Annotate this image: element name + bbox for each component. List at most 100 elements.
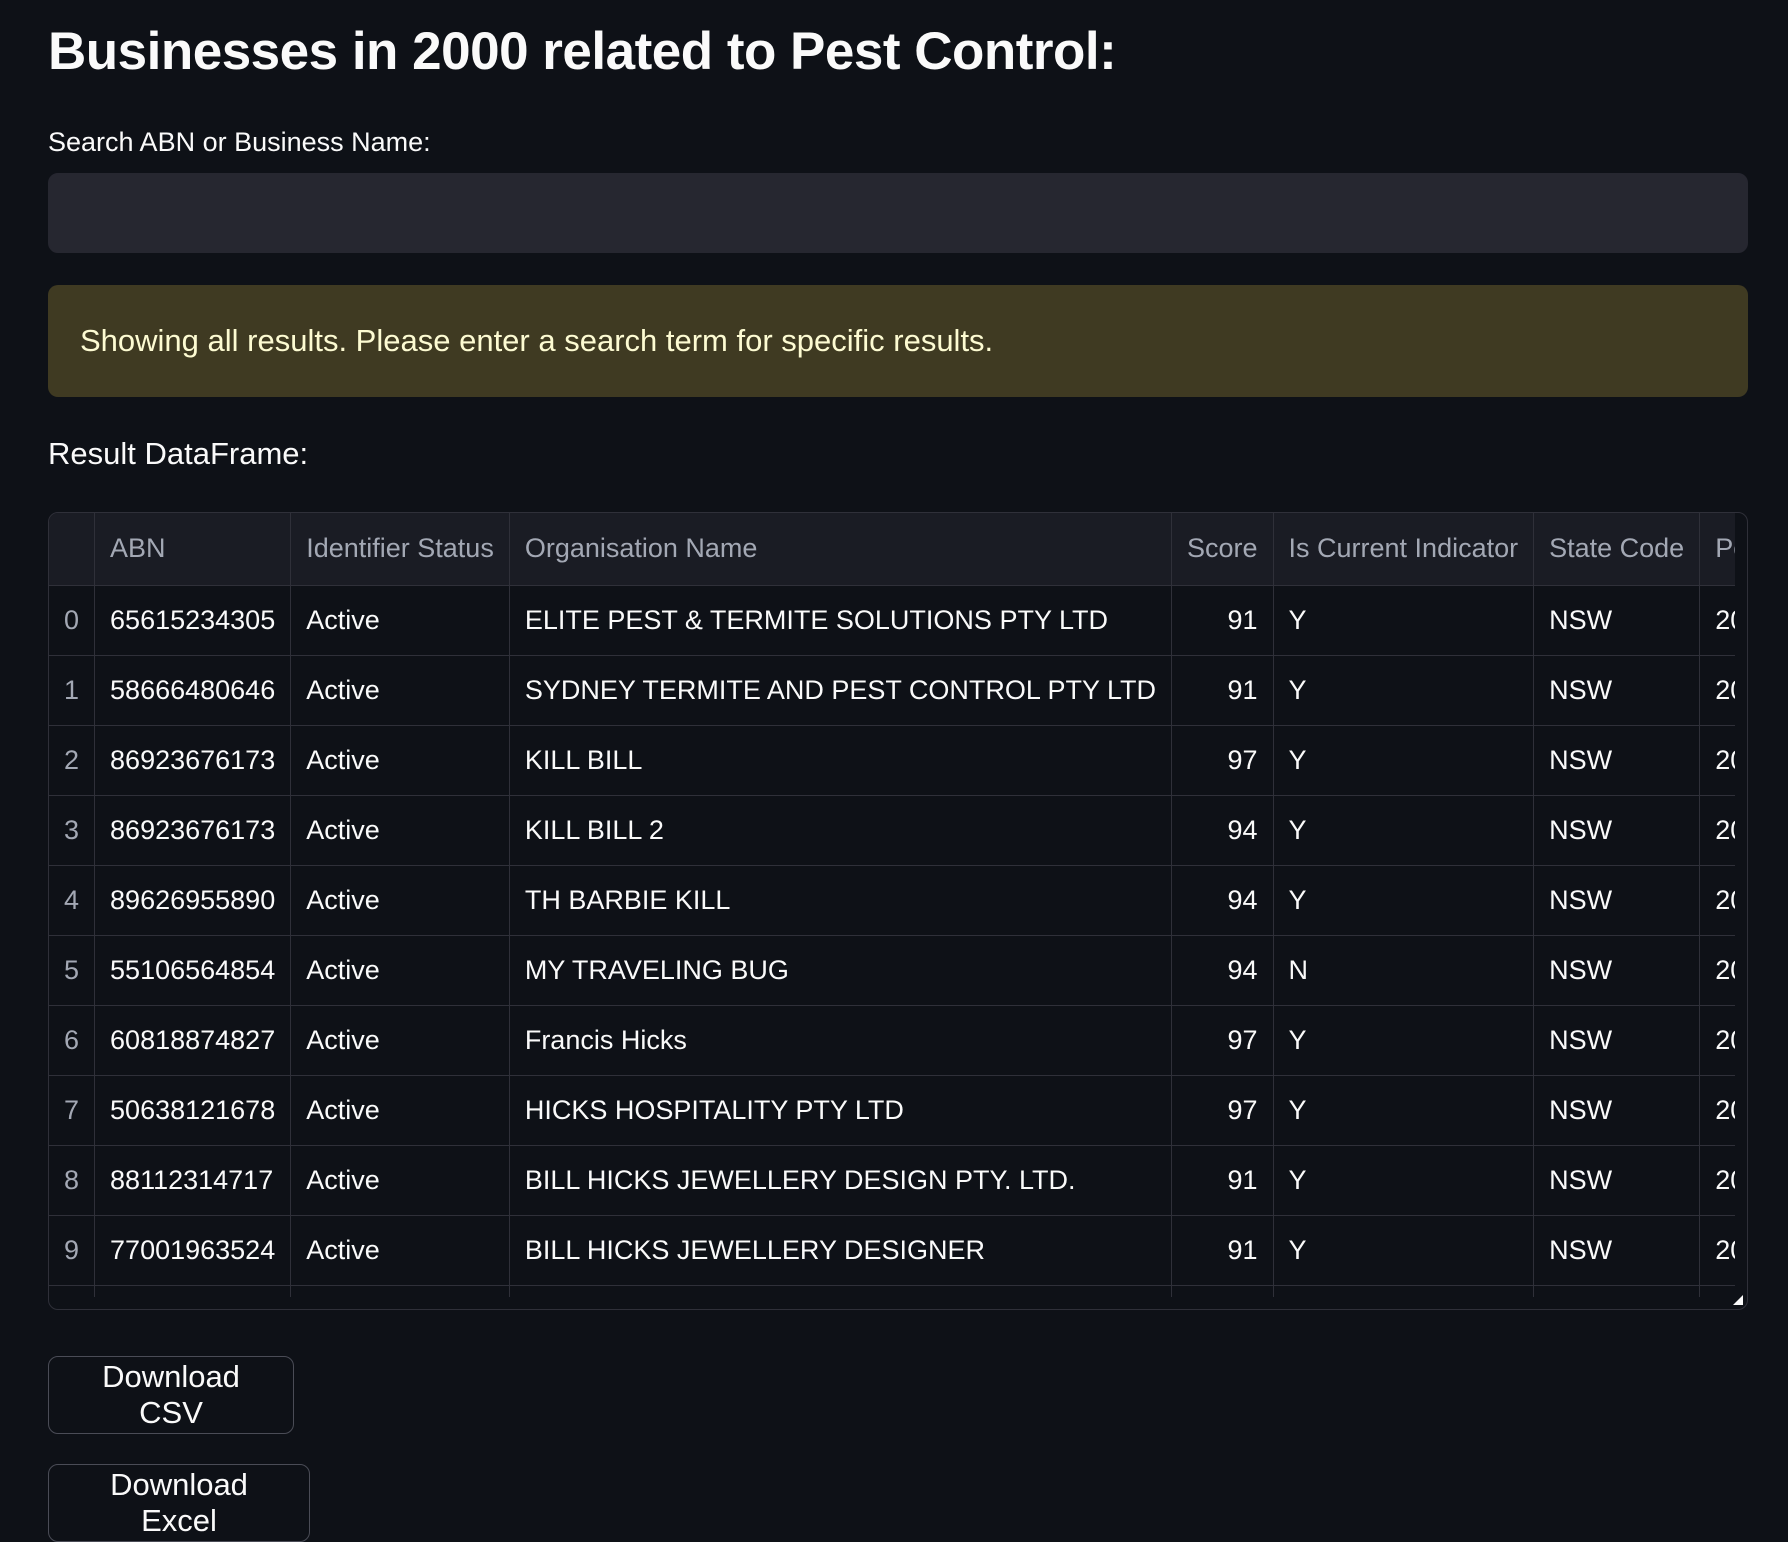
cell-abn[interactable]: 58666480646 bbox=[94, 655, 292, 726]
cell-organisation-name[interactable]: KILL BILL bbox=[509, 725, 1172, 796]
cell-state-code[interactable]: NSW bbox=[1533, 725, 1701, 796]
dataframe-viewport[interactable]: ABN Identifier Status Organisation Name … bbox=[49, 513, 1735, 1297]
cell-score[interactable]: 94 bbox=[1171, 935, 1274, 1006]
cell-organisation-name[interactable]: BILL HICKS JEWELLERY DESIGNER bbox=[509, 1215, 1172, 1286]
cell-abn[interactable] bbox=[94, 1285, 292, 1297]
column-header-state-code[interactable]: State Code bbox=[1533, 513, 1701, 586]
column-header-identifier-status[interactable]: Identifier Status bbox=[290, 513, 510, 586]
cell-state-code[interactable]: NSW bbox=[1533, 1145, 1701, 1216]
download-excel-button[interactable]: Download Excel bbox=[48, 1464, 310, 1542]
cell-is-current-indicator[interactable]: Y bbox=[1273, 725, 1535, 796]
cell-abn[interactable]: 60818874827 bbox=[94, 1005, 292, 1076]
cell-is-current-indicator[interactable]: Y bbox=[1273, 1145, 1535, 1216]
cell-score[interactable]: 91 bbox=[1171, 1215, 1274, 1286]
cell-score[interactable]: 91 bbox=[1171, 655, 1274, 726]
cell-abn[interactable]: 65615234305 bbox=[94, 585, 292, 656]
cell-postcode[interactable]: 2000 bbox=[1699, 725, 1735, 796]
column-header-abn[interactable]: ABN bbox=[94, 513, 292, 586]
cell-state-code[interactable]: NSW bbox=[1533, 585, 1701, 656]
cell-organisation-name[interactable]: ELITE PEST & TERMITE SOLUTIONS PTY LTD bbox=[509, 585, 1172, 656]
row-index[interactable]: 3 bbox=[49, 795, 96, 866]
cell-abn[interactable]: 88112314717 bbox=[94, 1145, 292, 1216]
column-header-index[interactable] bbox=[49, 513, 96, 586]
cell-state-code[interactable]: NSW bbox=[1533, 935, 1701, 1006]
column-header-score[interactable]: Score bbox=[1171, 513, 1274, 586]
row-index[interactable]: 4 bbox=[49, 865, 96, 936]
row-index[interactable]: 9 bbox=[49, 1215, 96, 1286]
cell-organisation-name[interactable]: MY TRAVELING BUG bbox=[509, 935, 1172, 1006]
cell-is-current-indicator[interactable] bbox=[1273, 1285, 1535, 1297]
cell-identifier-status[interactable]: Active bbox=[290, 1215, 510, 1286]
cell-postcode[interactable] bbox=[1699, 1285, 1735, 1297]
column-header-organisation-name[interactable]: Organisation Name bbox=[509, 513, 1172, 586]
cell-postcode[interactable]: 2000 bbox=[1699, 655, 1735, 726]
cell-score[interactable]: 94 bbox=[1171, 865, 1274, 936]
cell-postcode[interactable]: 2000 bbox=[1699, 795, 1735, 866]
cell-identifier-status[interactable] bbox=[290, 1285, 510, 1297]
cell-score[interactable]: 97 bbox=[1171, 1075, 1274, 1146]
cell-organisation-name[interactable]: TH BARBIE KILL bbox=[509, 865, 1172, 936]
cell-organisation-name[interactable]: BILL HICKS JEWELLERY DESIGN PTY. LTD. bbox=[509, 1145, 1172, 1216]
cell-identifier-status[interactable]: Active bbox=[290, 585, 510, 656]
cell-identifier-status[interactable]: Active bbox=[290, 1075, 510, 1146]
cell-organisation-name[interactable]: SYDNEY TERMITE AND PEST CONTROL PTY LTD bbox=[509, 655, 1172, 726]
cell-score[interactable]: 97 bbox=[1171, 725, 1274, 796]
cell-is-current-indicator[interactable]: Y bbox=[1273, 865, 1535, 936]
cell-abn[interactable]: 86923676173 bbox=[94, 725, 292, 796]
cell-identifier-status[interactable]: Active bbox=[290, 1005, 510, 1076]
cell-organisation-name[interactable]: KILL BILL 2 bbox=[509, 795, 1172, 866]
cell-state-code[interactable]: NSW bbox=[1533, 1005, 1701, 1076]
cell-postcode[interactable]: 2000 bbox=[1699, 865, 1735, 936]
row-index[interactable]: 6 bbox=[49, 1005, 96, 1076]
search-input[interactable] bbox=[48, 173, 1748, 253]
cell-abn[interactable]: 77001963524 bbox=[94, 1215, 292, 1286]
cell-organisation-name[interactable]: Francis Hicks bbox=[509, 1005, 1172, 1076]
cell-is-current-indicator[interactable]: Y bbox=[1273, 655, 1535, 726]
cell-state-code[interactable]: NSW bbox=[1533, 1075, 1701, 1146]
cell-score[interactable]: 94 bbox=[1171, 795, 1274, 866]
results-dataframe[interactable]: ABN Identifier Status Organisation Name … bbox=[48, 512, 1748, 1310]
download-csv-button[interactable]: Download CSV bbox=[48, 1356, 294, 1434]
cell-postcode[interactable]: 2000 bbox=[1699, 1215, 1735, 1286]
cell-is-current-indicator[interactable]: N bbox=[1273, 935, 1535, 1006]
cell-state-code[interactable] bbox=[1533, 1285, 1701, 1297]
row-index[interactable]: 0 bbox=[49, 585, 96, 656]
cell-is-current-indicator[interactable]: Y bbox=[1273, 1215, 1535, 1286]
cell-is-current-indicator[interactable]: Y bbox=[1273, 585, 1535, 656]
row-index[interactable]: 7 bbox=[49, 1075, 96, 1146]
cell-state-code[interactable]: NSW bbox=[1533, 655, 1701, 726]
resize-handle-icon[interactable] bbox=[1733, 1295, 1743, 1305]
cell-is-current-indicator[interactable]: Y bbox=[1273, 795, 1535, 866]
cell-score[interactable]: 97 bbox=[1171, 1005, 1274, 1076]
cell-postcode[interactable]: 2000 bbox=[1699, 585, 1735, 656]
cell-score[interactable]: 91 bbox=[1171, 1145, 1274, 1216]
cell-state-code[interactable]: NSW bbox=[1533, 795, 1701, 866]
cell-postcode[interactable]: 2000 bbox=[1699, 1145, 1735, 1216]
cell-state-code[interactable]: NSW bbox=[1533, 865, 1701, 936]
cell-identifier-status[interactable]: Active bbox=[290, 655, 510, 726]
cell-organisation-name[interactable] bbox=[509, 1285, 1172, 1297]
column-header-is-current-indicator[interactable]: Is Current Indicator bbox=[1273, 513, 1535, 586]
cell-identifier-status[interactable]: Active bbox=[290, 795, 510, 866]
cell-score[interactable]: 91 bbox=[1171, 585, 1274, 656]
cell-abn[interactable]: 89626955890 bbox=[94, 865, 292, 936]
row-index[interactable]: 1 bbox=[49, 655, 96, 726]
column-header-postcode[interactable]: Postcode bbox=[1699, 513, 1735, 586]
cell-state-code[interactable]: NSW bbox=[1533, 1215, 1701, 1286]
row-index[interactable]: 5 bbox=[49, 935, 96, 1006]
cell-abn[interactable]: 55106564854 bbox=[94, 935, 292, 1006]
cell-is-current-indicator[interactable]: Y bbox=[1273, 1075, 1535, 1146]
cell-identifier-status[interactable]: Active bbox=[290, 865, 510, 936]
cell-is-current-indicator[interactable]: Y bbox=[1273, 1005, 1535, 1076]
cell-postcode[interactable]: 2000 bbox=[1699, 1075, 1735, 1146]
cell-organisation-name[interactable]: HICKS HOSPITALITY PTY LTD bbox=[509, 1075, 1172, 1146]
row-index[interactable] bbox=[49, 1285, 96, 1297]
row-index[interactable]: 8 bbox=[49, 1145, 96, 1216]
cell-abn[interactable]: 50638121678 bbox=[94, 1075, 292, 1146]
cell-identifier-status[interactable]: Active bbox=[290, 725, 510, 796]
cell-identifier-status[interactable]: Active bbox=[290, 935, 510, 1006]
row-index[interactable]: 2 bbox=[49, 725, 96, 796]
cell-abn[interactable]: 86923676173 bbox=[94, 795, 292, 866]
cell-postcode[interactable]: 2000 bbox=[1699, 935, 1735, 1006]
cell-identifier-status[interactable]: Active bbox=[290, 1145, 510, 1216]
